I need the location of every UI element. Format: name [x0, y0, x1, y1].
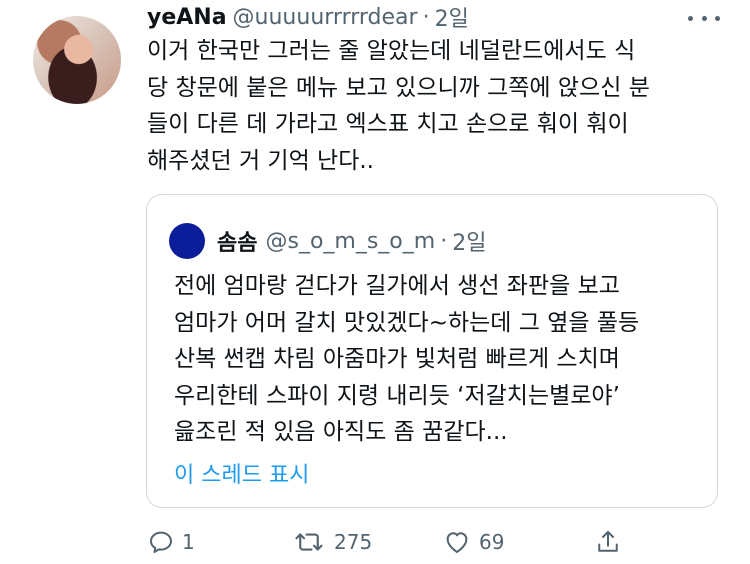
- heart-icon: [446, 532, 468, 553]
- show-thread-link[interactable]: 이 스레드 표시: [174, 457, 309, 489]
- retweet-button[interactable]: 275: [290, 522, 372, 562]
- share-button[interactable]: [593, 522, 623, 562]
- reply-button[interactable]: 1: [146, 522, 195, 562]
- author-avatar[interactable]: [33, 16, 121, 104]
- quoted-tweet[interactable]: 솜솜 @s_o_m_s_o_m · 2일 전에 엄마랑 걷다가 길가에서 생선 …: [146, 194, 718, 508]
- author-handle[interactable]: @uuuuurrrrrdear: [233, 5, 418, 30]
- quoted-author-name[interactable]: 솜솜: [217, 225, 257, 257]
- author-name[interactable]: yeANa: [147, 5, 227, 30]
- retweet-icon: [295, 533, 323, 551]
- quoted-time[interactable]: 2일: [452, 225, 486, 257]
- tweet-time[interactable]: 2일: [435, 1, 469, 33]
- more-dot: [688, 15, 693, 21]
- separator-dot: ·: [422, 4, 430, 30]
- reply-icon: [150, 531, 172, 553]
- more-options-icon[interactable]: [684, 6, 724, 30]
- like-button[interactable]: 69: [441, 522, 504, 562]
- more-dot: [701, 15, 707, 21]
- quoted-header: 솜솜 @s_o_m_s_o_m · 2일: [217, 224, 486, 258]
- quoted-text: 전에 엄마랑 걷다가 길가에서 생선 좌판을 보고 엄마가 어머 갈치 맛있겠다…: [174, 273, 640, 445]
- tweet-text: 이거 한국만 그러는 줄 알았는데 네덜란드에서도 식 당 창문에 붙은 메뉴 …: [147, 38, 650, 174]
- like-count: 69: [479, 530, 505, 554]
- more-dot: [715, 15, 720, 21]
- quoted-author-handle[interactable]: @s_o_m_s_o_m: [265, 229, 435, 254]
- quoted-separator-dot: ·: [440, 228, 448, 254]
- action-bar: 1 275 69: [0, 522, 750, 562]
- retweet-count: 275: [334, 530, 373, 554]
- tweet-header: yeANa @uuuuurrrrrdear · 2일: [147, 1, 469, 33]
- share-icon: [598, 531, 618, 552]
- reply-count: 1: [182, 530, 195, 554]
- quoted-author-avatar[interactable]: [169, 223, 205, 259]
